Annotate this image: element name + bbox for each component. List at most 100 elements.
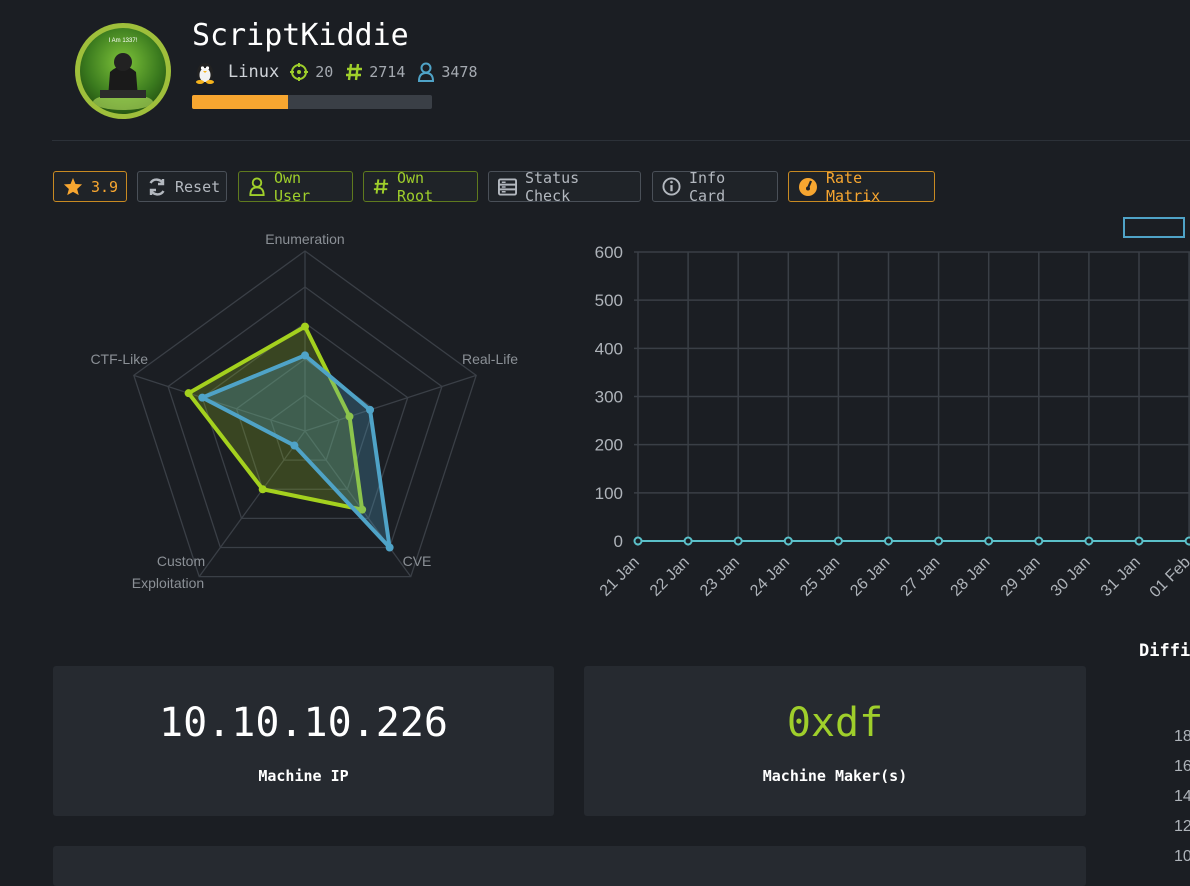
- y-tick-label: 0: [614, 532, 623, 551]
- own-root-label: Own Root: [397, 168, 434, 205]
- header-divider: [52, 140, 1190, 141]
- series-point: [833, 536, 843, 546]
- info-card-label: Info Card: [689, 168, 726, 205]
- own-root-button[interactable]: Own Root: [363, 168, 478, 205]
- rating-value: 3.9: [91, 177, 119, 196]
- series-point: [1134, 536, 1144, 546]
- difficulty-axis-label: 12: [1174, 818, 1190, 835]
- os-label: Linux: [228, 62, 280, 82]
- star-icon: [63, 177, 83, 196]
- hash-icon: [346, 63, 363, 81]
- radar-point: [290, 441, 299, 450]
- radar-point: [385, 543, 394, 552]
- radar-point: [184, 389, 193, 398]
- reset-button[interactable]: Reset: [137, 171, 227, 202]
- series-point: [1084, 536, 1094, 546]
- series-point: [1184, 536, 1190, 546]
- series-point: [984, 536, 994, 546]
- status-check-label: Status Check: [525, 168, 580, 205]
- lower-card: [53, 846, 1086, 886]
- x-tick-label: 29 Jan: [998, 554, 1044, 600]
- points-count: 20: [315, 63, 334, 81]
- x-tick-label: 24 Jan: [747, 554, 793, 600]
- legend-box: [1123, 217, 1185, 238]
- rate-matrix-label: Rate Matrix: [826, 168, 881, 205]
- y-tick-label: 600: [595, 243, 623, 262]
- progress-bar-fill: [192, 95, 288, 109]
- progress-bar: [192, 95, 432, 109]
- rating-button[interactable]: 3.9: [53, 171, 127, 202]
- radar-axis-label: Enumeration: [265, 231, 344, 247]
- hash-icon: [373, 179, 389, 194]
- user-outline-icon: [249, 177, 265, 196]
- crosshair-icon: [290, 63, 309, 81]
- refresh-icon: [149, 177, 165, 196]
- gauge-icon: [799, 177, 817, 196]
- rate-matrix-button[interactable]: Rate Matrix: [788, 168, 935, 205]
- radar-axis-label-line: Custom: [157, 553, 205, 569]
- series-point: [683, 536, 693, 546]
- y-tick-label: 100: [595, 484, 623, 503]
- avatar-text: I Am 1337!: [109, 38, 138, 44]
- machine-maker-label: Machine Maker(s): [762, 767, 908, 785]
- radar-point: [301, 322, 309, 331]
- radar-axis-label-line: Exploitation: [132, 575, 204, 591]
- status-check-button[interactable]: Status Check: [488, 168, 641, 205]
- linux-penguin-icon: [196, 63, 214, 84]
- radar-axis-label: Real-Life: [462, 351, 518, 367]
- x-tick-label: 22 Jan: [647, 554, 693, 600]
- radar-chart: Enumeration Real-Life CVE Custom Exploitatio…: [90, 231, 518, 591]
- machine-ip-label: Machine IP: [258, 767, 349, 785]
- line-chart: 0 100 200 300 400 500 600 21 Jan 22 Jan 23 Jan 24 …: [595, 217, 1190, 601]
- x-tick-label: 23 Jan: [697, 554, 743, 600]
- machine-name: ScriptKiddie: [192, 18, 409, 53]
- avatar-image: I Am 1337!: [80, 28, 166, 114]
- machine-maker-card: 0xdf Machine Maker(s): [584, 666, 1086, 816]
- y-tick-label: 400: [595, 339, 623, 358]
- x-tick-label: 25 Jan: [797, 554, 843, 600]
- y-tick-label: 200: [595, 436, 623, 455]
- reset-label: Reset: [175, 177, 221, 196]
- radar-axis-label: CTF-Like: [90, 351, 148, 367]
- difficulty-axis: 18 16 14 12 10: [1174, 728, 1190, 878]
- series-point: [733, 536, 743, 546]
- radar-axis-label: Custom Exploitation: [132, 553, 205, 591]
- machine-avatar: I Am 1337!: [75, 23, 171, 119]
- root-owns-count: 2714: [369, 63, 406, 81]
- info-card-button[interactable]: Info Card: [652, 168, 778, 205]
- y-tick-label: 500: [595, 291, 623, 310]
- own-user-label: Own User: [274, 168, 311, 205]
- radar-axis-label: CVE: [403, 553, 432, 569]
- x-tick-label: 31 Jan: [1098, 554, 1144, 600]
- difficulty-axis-label: 10: [1174, 848, 1190, 865]
- y-tick-label: 300: [595, 388, 623, 407]
- difficulty-axis-label: 18: [1174, 728, 1190, 745]
- x-tick-label: 26 Jan: [847, 554, 893, 600]
- series-point: [633, 536, 643, 546]
- series-point: [783, 536, 793, 546]
- radar-point: [198, 393, 207, 402]
- difficulty-axis-label: 14: [1174, 788, 1190, 805]
- radar-point: [366, 405, 375, 414]
- radar-point: [258, 485, 267, 494]
- difficulty-axis-label: 16: [1174, 758, 1190, 775]
- own-user-button[interactable]: Own User: [238, 168, 353, 205]
- x-tick-label: 01 Feb: [1147, 554, 1190, 601]
- machine-ip-value: 10.10.10.226: [159, 700, 448, 746]
- x-tick-label: 30 Jan: [1048, 554, 1094, 600]
- hacker-figure-icon: I Am 1337!: [93, 38, 153, 110]
- info-icon: [662, 177, 681, 196]
- machine-maker-value[interactable]: 0xdf: [584, 700, 1086, 746]
- series-point: [884, 536, 893, 546]
- server-icon: [498, 177, 517, 196]
- series-point: [1034, 536, 1044, 546]
- series-point: [934, 536, 944, 546]
- x-tick-label: 28 Jan: [948, 554, 994, 600]
- machine-meta: Linux 20 2714 3478: [192, 60, 490, 84]
- difficulty-title: Diffi: [1139, 641, 1190, 661]
- user-owns-count: 3478: [441, 63, 478, 81]
- x-tick-label: 21 Jan: [597, 554, 643, 600]
- radar-point: [301, 351, 309, 360]
- x-tick-label: 27 Jan: [897, 554, 943, 600]
- user-icon: [418, 62, 435, 82]
